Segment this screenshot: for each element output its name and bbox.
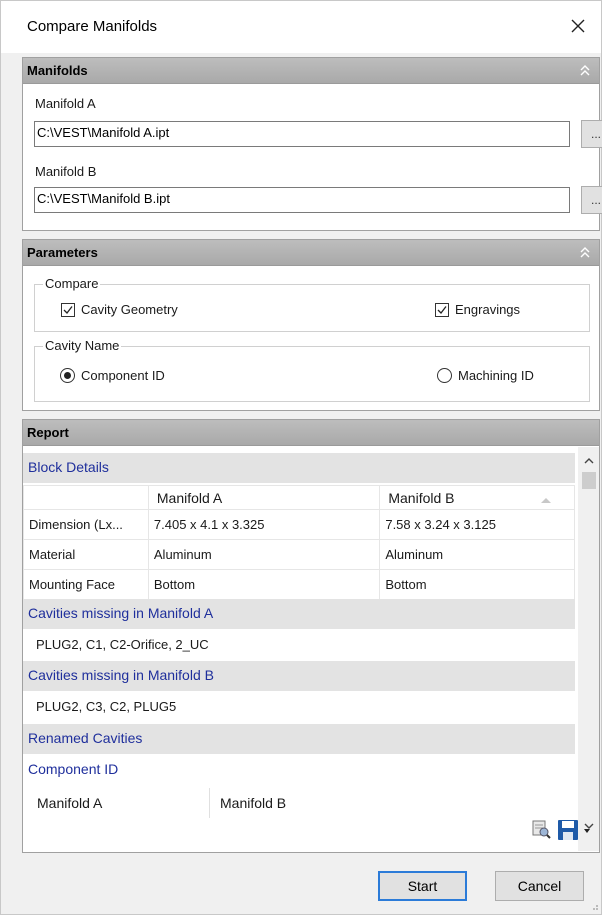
cell-manifold-b: Aluminum [379, 539, 575, 570]
compare-legend: Compare [43, 276, 101, 291]
collapse-icon[interactable] [579, 64, 591, 78]
cell-manifold-a: Aluminum [147, 539, 381, 570]
parameters-header-label: Parameters [27, 245, 98, 260]
cavity-geometry-label: Cavity Geometry [81, 302, 178, 317]
section-renamed-cavities[interactable]: Renamed Cavities [23, 724, 575, 754]
checkbox-box [61, 302, 75, 317]
close-button[interactable] [563, 11, 593, 41]
cancel-button[interactable]: Cancel [495, 871, 584, 901]
report-header: Report [23, 420, 599, 446]
report-group: Report Block Details Manifold A Manifold… [22, 419, 600, 853]
machining-id-radio[interactable]: Machining ID [437, 368, 534, 383]
manifold-a-label: Manifold A [35, 96, 96, 111]
check-icon [63, 305, 73, 314]
radio-unselected-icon [437, 368, 452, 383]
report-grid: Block Details Manifold A Manifold B Dime… [23, 447, 599, 851]
missing-in-a-value: PLUG2, C1, C2-Orifice, 2_UC [23, 630, 575, 660]
cavity-name-legend: Cavity Name [43, 338, 122, 353]
component-id-label: Component ID [81, 368, 165, 383]
manifold-b-path-input[interactable]: C:\VEST\Manifold B.ipt [34, 187, 570, 213]
checkbox-box [435, 302, 449, 317]
column-divider [209, 788, 210, 818]
scroll-up-button[interactable] [578, 451, 599, 469]
radio-selected-icon [60, 368, 75, 383]
parameters-header[interactable]: Parameters [23, 240, 599, 266]
renamed-header-row: Manifold A Manifold B [23, 788, 575, 818]
column-header [23, 485, 149, 510]
section-component-id[interactable]: Component ID [23, 755, 575, 785]
title-bar: Compare Manifolds [1, 1, 601, 53]
section-missing-in-a[interactable]: Cavities missing in Manifold A [23, 599, 575, 629]
cell-manifold-b: Bottom [379, 569, 575, 600]
dropdown-arrow-icon[interactable] [583, 828, 591, 834]
component-id-radio[interactable]: Component ID [60, 368, 165, 383]
resize-grip-icon[interactable] [591, 903, 599, 911]
machining-id-label: Machining ID [458, 368, 534, 383]
save-icon[interactable] [557, 819, 579, 841]
column-header-manifold-b-label: Manifold B [388, 489, 455, 506]
table-row[interactable]: Mounting Face Bottom Bottom [23, 569, 575, 600]
manifold-b-label: Manifold B [35, 164, 97, 179]
report-scrollbar[interactable] [578, 447, 599, 851]
manifolds-group: Manifolds Manifold A C:\VEST\Manifold A.… [22, 57, 602, 231]
start-button[interactable]: Start [378, 871, 467, 901]
compare-manifolds-dialog: Compare Manifolds Manifolds Manifold A C… [0, 0, 602, 915]
chevron-up-icon [584, 457, 593, 463]
manifold-b-browse-button[interactable]: ... [581, 186, 602, 214]
collapse-icon[interactable] [579, 246, 591, 260]
section-missing-in-b[interactable]: Cavities missing in Manifold B [23, 661, 575, 691]
section-block-details[interactable]: Block Details [23, 453, 575, 483]
engravings-label: Engravings [455, 302, 521, 317]
sort-ascending-icon [541, 498, 551, 503]
scroll-thumb[interactable] [582, 472, 596, 489]
row-label: Material [23, 539, 149, 570]
missing-in-b-value: PLUG2, C3, C2, PLUG5 [23, 692, 575, 722]
compare-fieldset: Compare Cavity Geometry Engravings [34, 276, 590, 332]
column-header-manifold-a[interactable]: Manifold A [147, 485, 381, 510]
report-header-label: Report [27, 425, 69, 440]
parameters-group: Parameters Compare Cavity Geometry Engra… [22, 239, 600, 411]
close-icon [571, 19, 585, 33]
column-header-manifold-b[interactable]: Manifold B [379, 485, 575, 510]
row-label: Dimension (Lx... [23, 509, 149, 540]
engravings-checkbox[interactable]: Engravings [435, 302, 520, 317]
renamed-col-manifold-b: Manifold B [220, 795, 287, 811]
table-row[interactable]: Dimension (Lx... 7.405 x 4.1 x 3.325 7.5… [23, 509, 575, 540]
table-header-row: Manifold A Manifold B [23, 485, 575, 510]
manifold-a-browse-button[interactable]: ... [581, 120, 602, 148]
manifolds-header[interactable]: Manifolds [23, 58, 599, 84]
dialog-title: Compare Manifolds [27, 18, 158, 35]
manifold-a-path-input[interactable]: C:\VEST\Manifold A.ipt [34, 121, 570, 147]
cavity-name-fieldset: Cavity Name Component ID Machining ID [34, 338, 590, 402]
table-row[interactable]: Material Aluminum Aluminum [23, 539, 575, 570]
cell-manifold-b: 7.58 x 3.24 x 3.125 [379, 509, 575, 540]
block-details-table: Manifold A Manifold B Dimension (Lx... 7… [23, 485, 575, 600]
cell-manifold-a: 7.405 x 4.1 x 3.325 [147, 509, 381, 540]
renamed-col-manifold-a: Manifold A [37, 795, 103, 811]
print-preview-icon[interactable] [531, 819, 551, 839]
row-label: Mounting Face [23, 569, 149, 600]
manifolds-header-label: Manifolds [27, 63, 88, 78]
check-icon [437, 305, 447, 314]
cavity-geometry-checkbox[interactable]: Cavity Geometry [61, 302, 178, 317]
cell-manifold-a: Bottom [147, 569, 381, 600]
